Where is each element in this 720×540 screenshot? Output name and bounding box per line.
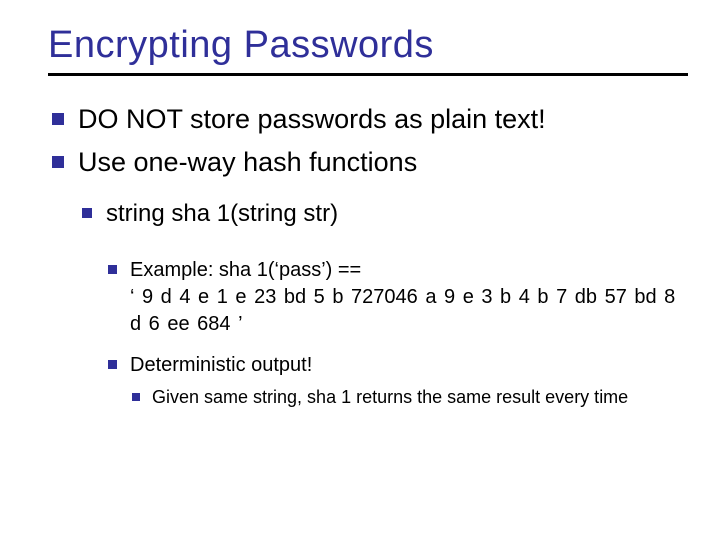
bullet-lvl3: Example: sha 1(‘pass’) == ‘ 9 d 4 e 1 e … bbox=[106, 257, 680, 338]
bullet-text: Given same string, sha 1 returns the sam… bbox=[152, 387, 628, 407]
bullet-sublist: Given same string, sha 1 returns the sam… bbox=[130, 385, 680, 409]
slide-title: Encrypting Passwords bbox=[48, 24, 680, 67]
bullet-text: Deterministic output! bbox=[130, 354, 312, 376]
bullet-lvl1: DO NOT store passwords as plain text! bbox=[48, 102, 680, 137]
bullet-text: DO NOT store passwords as plain text! bbox=[78, 104, 546, 134]
bullet-text: string sha 1(string str) bbox=[106, 200, 338, 227]
bullet-text: Example: sha 1(‘pass’) == bbox=[130, 259, 361, 281]
bullet-lvl2: string sha 1(string str) Example: sha 1(… bbox=[78, 198, 680, 409]
bullet-sublist: Example: sha 1(‘pass’) == ‘ 9 d 4 e 1 e … bbox=[106, 257, 680, 409]
bullet-list: DO NOT store passwords as plain text! Us… bbox=[48, 102, 680, 410]
bullet-text-cont: ‘ 9 d 4 e 1 e 23 bd 5 b 727046 a 9 e 3 b… bbox=[130, 286, 675, 335]
title-underline bbox=[48, 73, 688, 76]
bullet-lvl3: Deterministic output! Given same string,… bbox=[106, 352, 680, 409]
slide: Encrypting Passwords DO NOT store passwo… bbox=[0, 0, 720, 540]
bullet-lvl4: Given same string, sha 1 returns the sam… bbox=[130, 385, 680, 409]
bullet-lvl1: Use one-way hash functions string sha 1(… bbox=[48, 145, 680, 410]
bullet-text: Use one-way hash functions bbox=[78, 147, 417, 177]
bullet-sublist: string sha 1(string str) Example: sha 1(… bbox=[78, 198, 680, 409]
